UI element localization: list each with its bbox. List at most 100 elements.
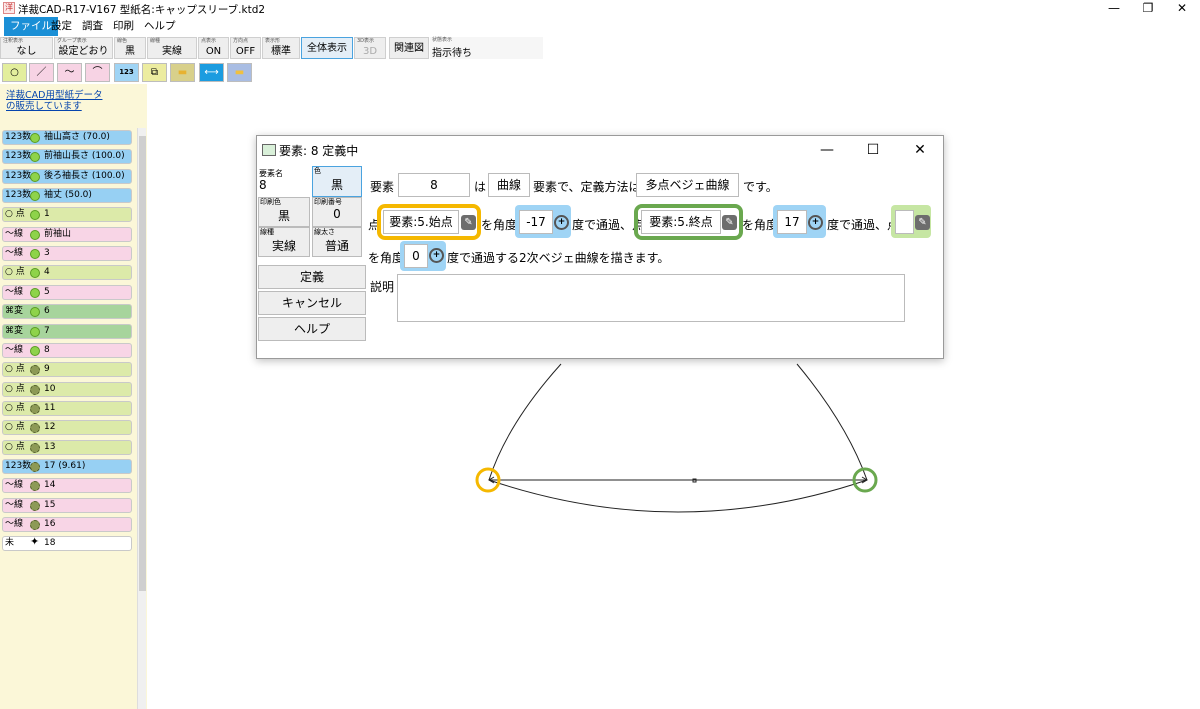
element-type-tag: ○ 点 [5,402,25,413]
point-display-button[interactable]: 点表示 ON [198,37,229,59]
element-list-item[interactable]: 123数 17 (9.61) [2,458,132,474]
print-number-button[interactable]: 印刷番号 0 [312,197,362,227]
element-list-item[interactable]: 123数 後ろ袖長さ (100.0) [2,168,132,184]
print-color-button[interactable]: 印刷色 黒 [258,197,310,227]
element-type-tag: 123数 [5,460,32,471]
dialog-maximize-button[interactable]: ☐ [858,140,888,160]
element-list-item[interactable]: 〜線 3 [2,246,132,262]
group-tool-icon[interactable]: ⧉ [142,63,167,82]
dialog-close-button[interactable]: ✕ [905,140,935,160]
element-list-item[interactable]: ○ 点 1 [2,207,132,223]
element-list-item[interactable]: ○ 点 4 [2,265,132,281]
zoom-angle-1-icon[interactable]: + [554,215,569,230]
close-button[interactable]: ✕ [1165,0,1199,17]
dialog-minimize-button[interactable]: — [812,140,842,160]
menu-print[interactable]: 印刷 [107,17,140,36]
restore-button[interactable]: ❐ [1131,0,1165,17]
title-bar: 洋 洋裁CAD-R17-V167 型紙名:キャップスリーブ.ktd2 — ❐ ✕ [0,0,1200,17]
folder-icon[interactable]: ▬ [227,63,252,82]
element-list-item[interactable]: 〜線 15 [2,497,132,513]
status-dot-icon [30,307,40,318]
element-list-item[interactable]: 123数 前袖山長さ (100.0) [2,149,132,165]
minimize-button[interactable]: — [1097,0,1131,17]
angle-1-field[interactable]: -17 [519,210,553,234]
element-type-field[interactable]: 曲線 [488,173,530,197]
edit-end-point-icon[interactable]: ✎ [722,215,737,230]
group-display-button[interactable]: グループ表示 設定どおり [54,37,113,59]
element-list-item[interactable]: 〜線 16 [2,517,132,532]
line-color-button[interactable]: 線色 黒 [114,37,146,59]
display-shape-button[interactable]: 表示形 標準 [262,37,300,59]
sleeve-cap-front-curve [488,363,562,481]
related-diagram-label: 関連図 [394,43,424,54]
zoom-angle-2-icon[interactable]: + [808,215,823,230]
element-list-item[interactable]: ○ 点 10 [2,381,132,397]
element-list-item[interactable]: ○ 点 11 [2,400,132,416]
element-type-tag: ⌘変 [5,325,24,336]
element-list-item[interactable]: 〜線 前袖山 [2,226,132,242]
cancel-button[interactable]: キャンセル [258,291,366,315]
fit-all-button[interactable]: 全体表示 [301,37,353,59]
app-icon: 洋 [3,2,15,14]
related-diagram-button[interactable]: 関連図 [389,37,429,59]
sidebar-scroll-thumb[interactable] [139,136,146,591]
element-label: 10 [44,383,56,394]
menu-inspect[interactable]: 調査 [76,17,109,36]
color-button[interactable]: 色 黒 [312,166,362,197]
sidebar-scrollbar[interactable] [137,128,146,709]
element-list-item[interactable]: 〜線 5 [2,284,132,300]
element-label: 3 [44,248,50,259]
element-list-item[interactable]: ⌘変 7 [2,323,132,339]
start-point-field[interactable]: 要素:5.始点 [383,210,459,234]
element-label: 12 [44,422,56,433]
curve-tool-icon[interactable]: 〜 [57,63,82,82]
promo-link[interactable]: 洋裁CAD用型紙データ の販売しています [6,90,102,112]
angle-3-field[interactable]: 0 [404,244,428,268]
third-point-field[interactable] [895,210,914,234]
3d-display-button[interactable]: 3D表示 3D [354,37,386,59]
define-button[interactable]: 定義 [258,265,366,289]
angle-2-field[interactable]: 17 [777,210,807,234]
edit-start-point-icon[interactable]: ✎ [461,215,476,230]
line-tool-icon[interactable]: ／ [29,63,54,82]
element-label: 5 [44,286,50,297]
line-type-field-button[interactable]: 線種 実線 [258,227,310,257]
element-type-tag: ○ 点 [5,209,25,220]
folder-open-icon[interactable]: ▬ [170,63,195,82]
measure-icon[interactable]: ⟷ [199,63,224,82]
direction-point-button[interactable]: 方向点 OFF [230,37,261,59]
annotation-display-value: なし [16,46,37,57]
description-field[interactable] [397,274,905,322]
arc-tool-icon[interactable]: ⌒ [85,63,110,82]
element-list-item[interactable]: 123数 袖丈 (50.0) [2,188,132,204]
element-label: 18 [44,538,56,549]
promo-line-2: の販売しています [6,101,82,112]
dialog-title: 要素: 8 定義中 [279,144,359,158]
status-display: 状態表示 指示待ち [430,37,543,59]
element-list-item[interactable]: 未 ✦ 18 [2,536,132,552]
element-list-item[interactable]: ○ 点 13 [2,439,132,455]
element-name-field[interactable]: 要素名 8 [259,168,311,194]
menu-help[interactable]: ヘルプ [138,17,182,36]
element-list-item[interactable]: ○ 点 9 [2,362,132,378]
annotation-display-caption: 注釈表示 [3,38,24,44]
number-tool-icon[interactable]: 123 [114,63,139,82]
line-type-button[interactable]: 線種 実線 [147,37,197,59]
help-button[interactable]: ヘルプ [258,317,366,341]
point-display-caption: 点表示 [201,38,217,44]
element-type-tag: ○ 点 [5,422,25,433]
element-list-item[interactable]: ○ 点 12 [2,420,132,436]
element-list-item[interactable]: 123数 袖山高さ (70.0) [2,130,132,145]
annotation-display-button[interactable]: 注釈表示 なし [0,37,53,59]
edit-third-point-icon[interactable]: ✎ [915,215,930,230]
menu-settings[interactable]: 設定 [45,17,78,36]
line-width-button[interactable]: 線太さ 普通 [312,227,362,257]
definition-method-field[interactable]: 多点ベジェ曲線 [636,173,739,197]
zoom-angle-3-icon[interactable]: + [429,248,444,263]
element-list-item[interactable]: ⌘変 6 [2,304,132,320]
element-list-item[interactable]: 〜線 8 [2,342,132,358]
element-list-item[interactable]: 〜線 14 [2,478,132,494]
end-point-field[interactable]: 要素:5.終点 [641,210,721,234]
point-tool-icon[interactable]: ○ [2,63,27,82]
element-number-field[interactable]: 8 [398,173,470,197]
